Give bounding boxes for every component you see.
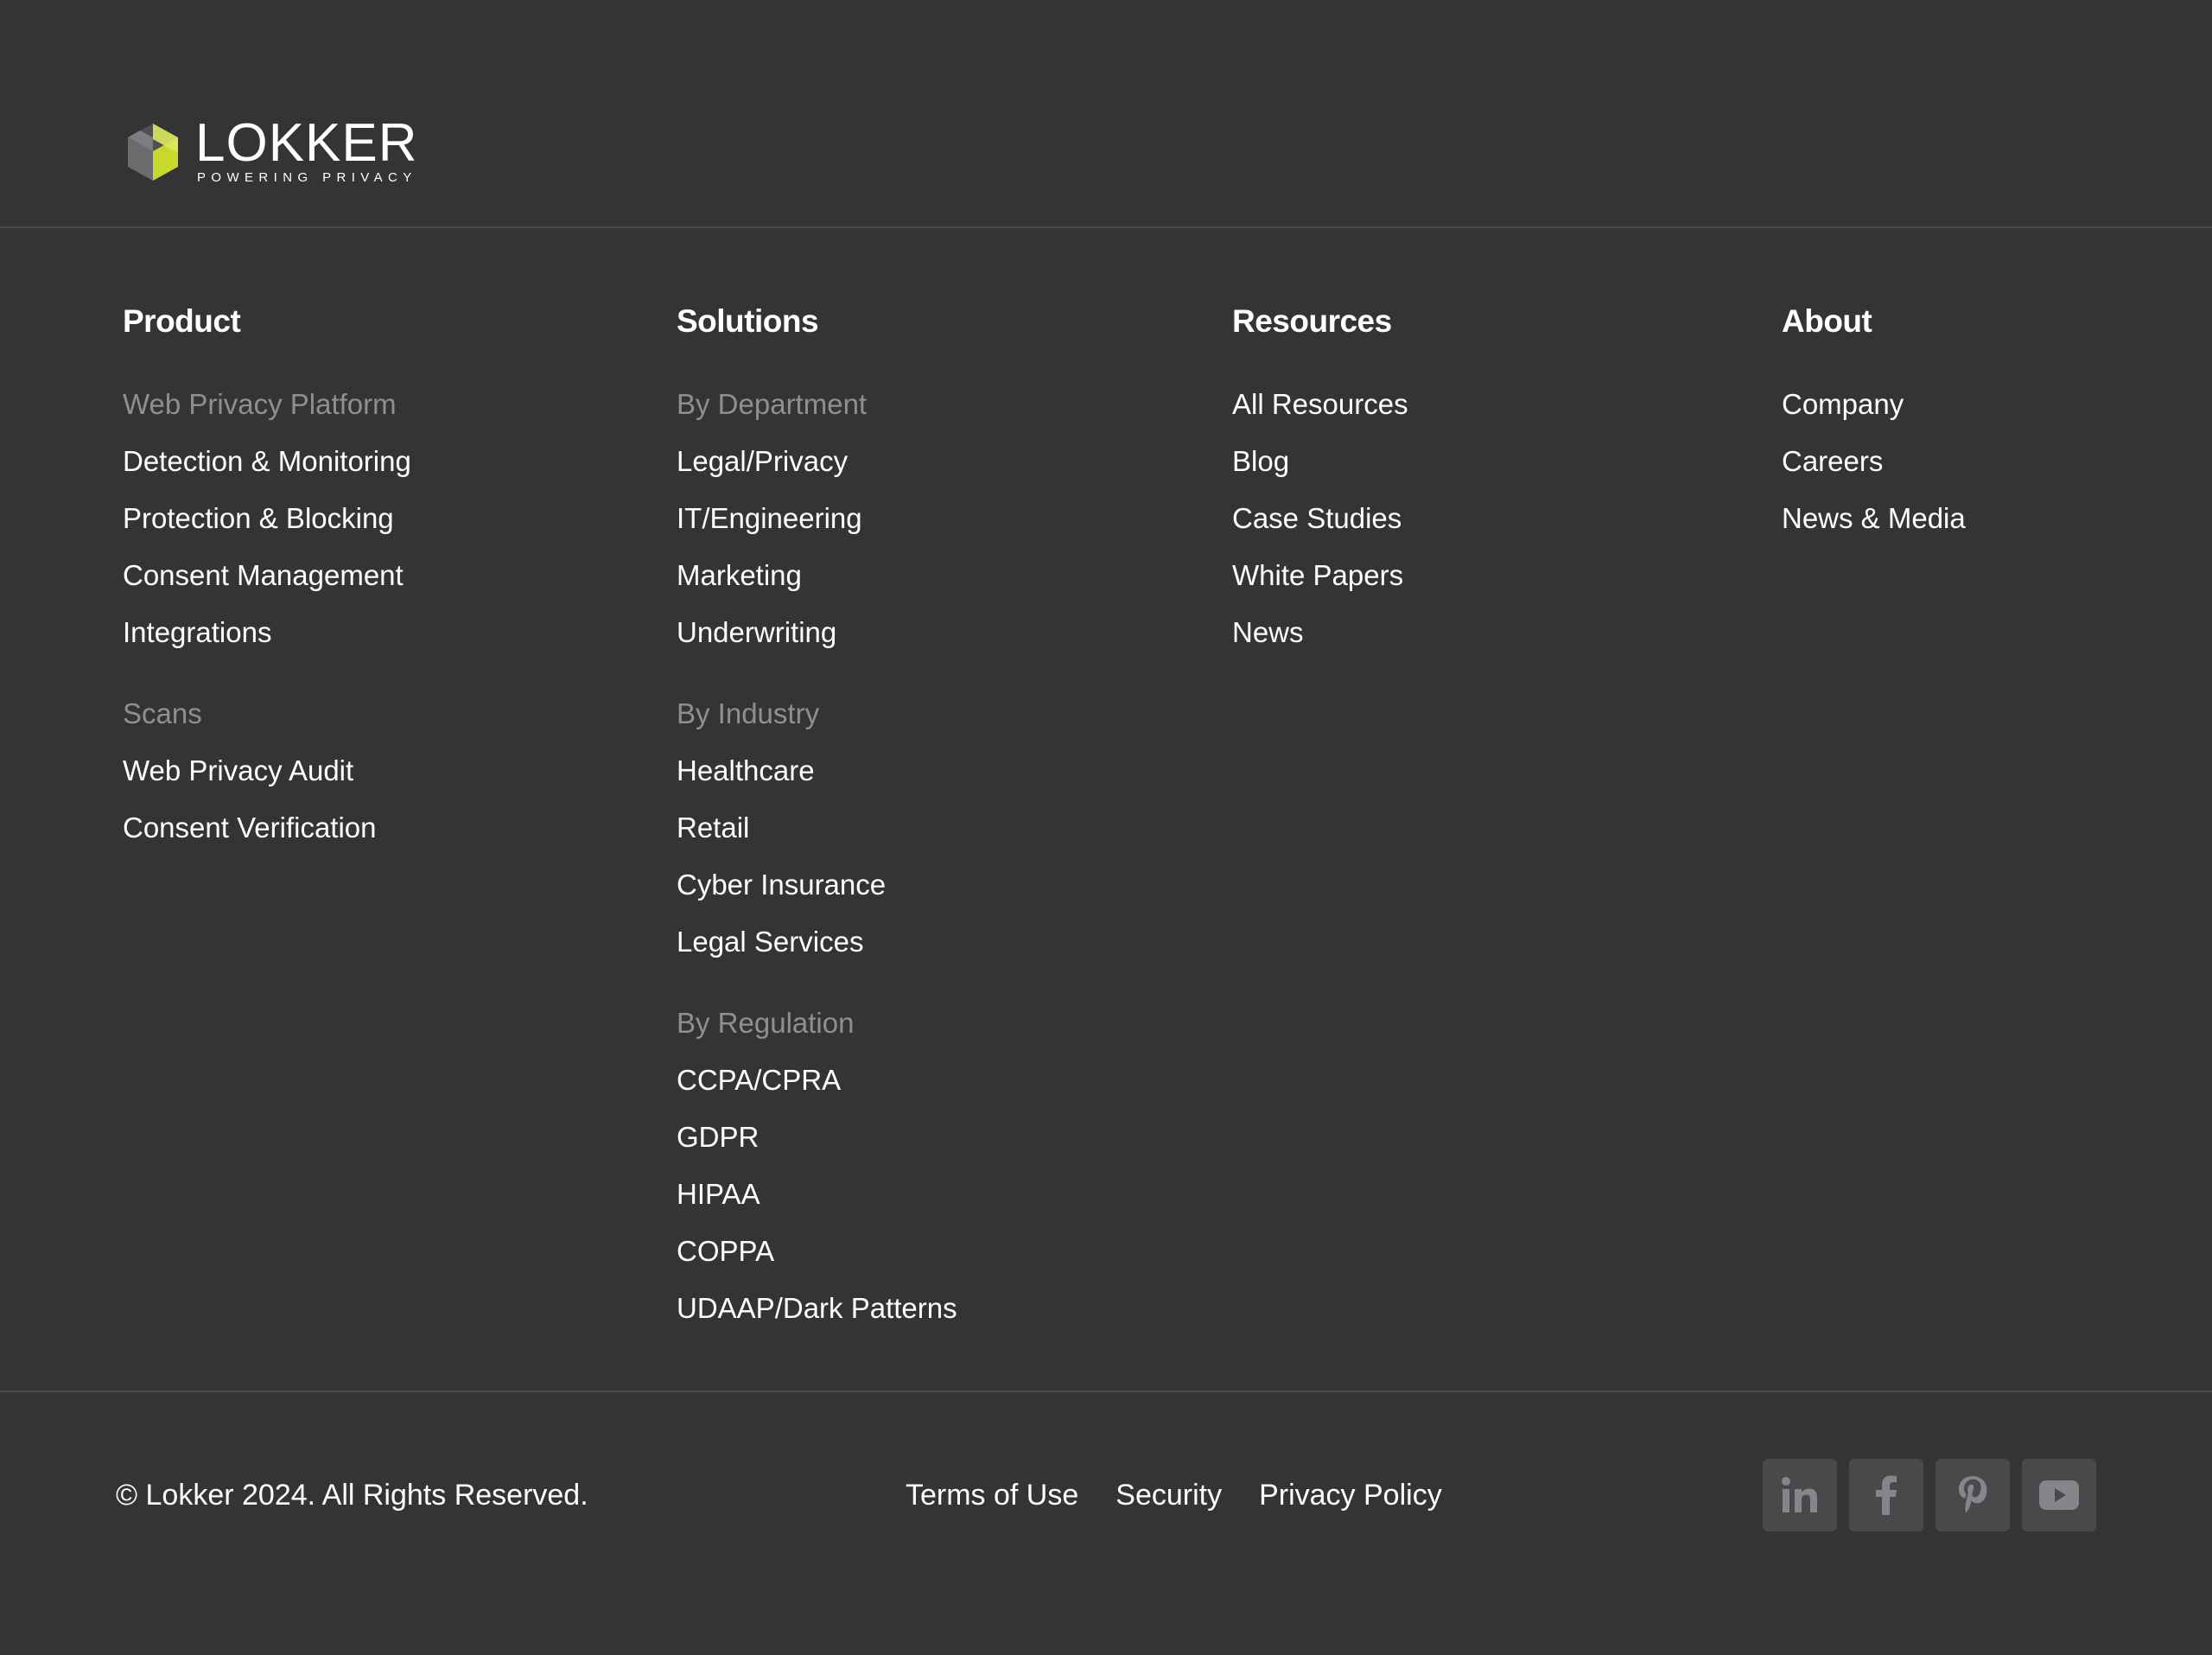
subheading-by-regulation: By Regulation: [677, 1007, 855, 1039]
logo-wordmark: LOKKER: [195, 113, 418, 173]
copyright-text: © Lokker 2024. All Rights Reserved.: [116, 1479, 588, 1512]
link-retail[interactable]: Retail: [677, 799, 957, 856]
resources-link-list: All Resources Blog Case Studies White Pa…: [1232, 376, 1408, 661]
column-heading-resources: Resources: [1232, 303, 1392, 339]
link-healthcare[interactable]: Healthcare: [677, 742, 957, 799]
link-udaap-dark-patterns[interactable]: UDAAP/Dark Patterns: [677, 1280, 957, 1337]
link-company[interactable]: Company: [1782, 376, 1966, 433]
footer-column-about: About Company Careers News & Media: [1782, 298, 1966, 547]
legal-links: Terms of Use Security Privacy Policy: [906, 1474, 1442, 1517]
link-hipaa[interactable]: HIPAA: [677, 1166, 957, 1223]
link-consent-management[interactable]: Consent Management: [123, 547, 411, 604]
link-coppa[interactable]: COPPA: [677, 1223, 957, 1280]
column-heading-product: Product: [123, 303, 241, 339]
link-it-engineering[interactable]: IT/Engineering: [677, 490, 957, 547]
facebook-button[interactable]: [1849, 1459, 1923, 1531]
footer-column-solutions: Solutions By Department Legal/Privacy IT…: [677, 298, 957, 1337]
security-link[interactable]: Security: [1116, 1474, 1222, 1517]
subheading-by-industry: By Industry: [677, 697, 820, 729]
link-ccpa-cpra[interactable]: CCPA/CPRA: [677, 1052, 957, 1109]
privacy-policy-link[interactable]: Privacy Policy: [1259, 1474, 1442, 1517]
facebook-icon: [1876, 1475, 1897, 1515]
link-legal-services[interactable]: Legal Services: [677, 913, 957, 971]
link-cyber-insurance[interactable]: Cyber Insurance: [677, 856, 957, 913]
footer-column-product: Product Web Privacy Platform Detection &…: [123, 298, 411, 856]
subheading-scans: Scans: [123, 697, 202, 729]
about-link-list: Company Careers News & Media: [1782, 376, 1966, 547]
linkedin-icon: [1782, 1477, 1817, 1512]
link-web-privacy-audit[interactable]: Web Privacy Audit: [123, 742, 411, 799]
link-consent-verification[interactable]: Consent Verification: [123, 799, 411, 856]
link-integrations[interactable]: Integrations: [123, 604, 411, 661]
lokker-logo[interactable]: LOKKER POWERING PRIVACY: [123, 113, 418, 186]
link-protection-blocking[interactable]: Protection & Blocking: [123, 490, 411, 547]
pinterest-icon: [1959, 1476, 1987, 1513]
linkedin-button[interactable]: [1763, 1459, 1837, 1531]
social-links: [1763, 1459, 2096, 1531]
column-heading-solutions: Solutions: [677, 303, 819, 339]
bottom-divider: [0, 1391, 2212, 1392]
lokker-logo-mark-icon: [128, 124, 178, 181]
link-careers[interactable]: Careers: [1782, 433, 1966, 490]
link-case-studies[interactable]: Case Studies: [1232, 490, 1408, 547]
subheading-by-department: By Department: [677, 388, 868, 420]
column-heading-about: About: [1782, 303, 1872, 339]
header-divider: [0, 226, 2212, 228]
link-blog[interactable]: Blog: [1232, 433, 1408, 490]
product-link-list: Web Privacy Platform Detection & Monitor…: [123, 376, 411, 856]
youtube-icon: [2039, 1480, 2079, 1510]
link-all-resources[interactable]: All Resources: [1232, 376, 1408, 433]
pinterest-button[interactable]: [1936, 1459, 2010, 1531]
subheading-web-privacy-platform: Web Privacy Platform: [123, 388, 397, 420]
link-marketing[interactable]: Marketing: [677, 547, 957, 604]
logo-text: LOKKER POWERING PRIVACY: [195, 113, 418, 186]
link-legal-privacy[interactable]: Legal/Privacy: [677, 433, 957, 490]
terms-of-use-link[interactable]: Terms of Use: [906, 1474, 1078, 1517]
link-news-media[interactable]: News & Media: [1782, 490, 1966, 547]
logo-tagline: POWERING PRIVACY: [197, 170, 417, 185]
link-white-papers[interactable]: White Papers: [1232, 547, 1408, 604]
link-news[interactable]: News: [1232, 604, 1408, 661]
youtube-button[interactable]: [2022, 1459, 2096, 1531]
solutions-link-list: By Department Legal/Privacy IT/Engineeri…: [677, 376, 957, 1337]
site-footer: LOKKER POWERING PRIVACY Product Web Priv…: [0, 0, 2212, 1655]
link-underwriting[interactable]: Underwriting: [677, 604, 957, 661]
link-detection-monitoring[interactable]: Detection & Monitoring: [123, 433, 411, 490]
footer-column-resources: Resources All Resources Blog Case Studie…: [1232, 298, 1408, 661]
link-gdpr[interactable]: GDPR: [677, 1109, 957, 1166]
